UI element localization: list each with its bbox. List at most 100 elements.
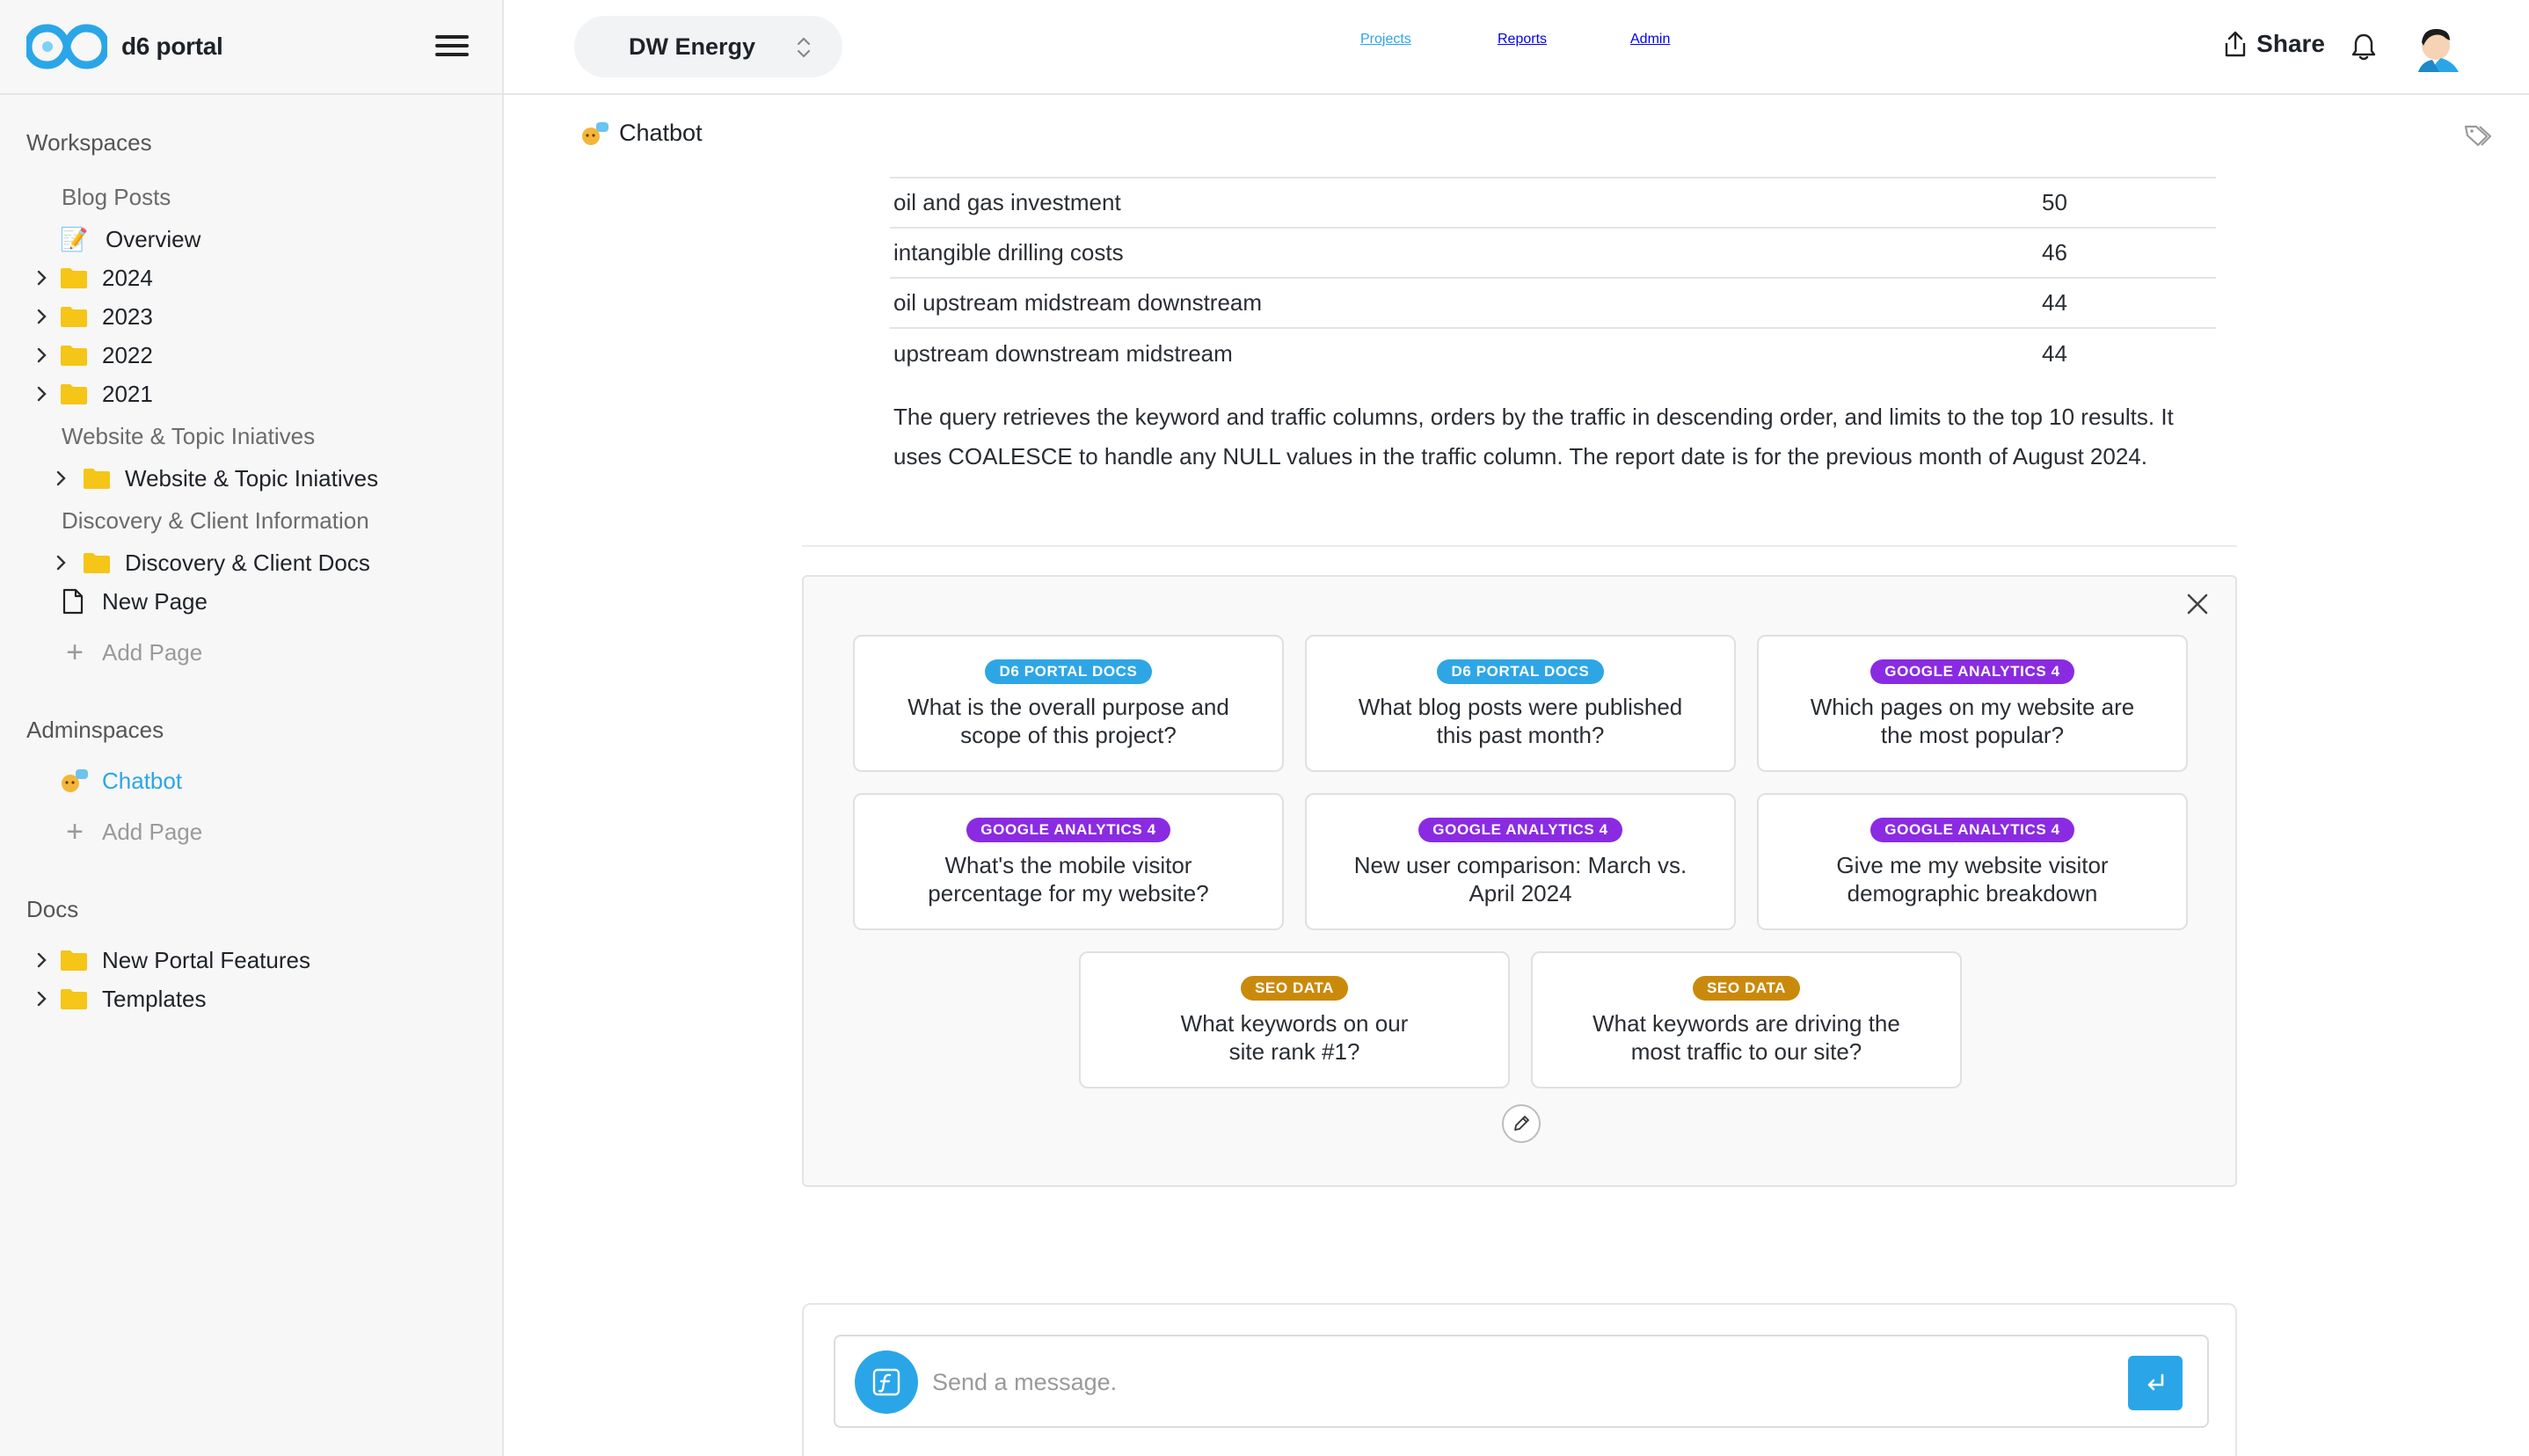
suggestion-question: What is the overall purpose and scope of… <box>907 694 1229 748</box>
avatar[interactable] <box>2415 25 2460 74</box>
chevron-right-icon[interactable] <box>32 989 51 1008</box>
docs-title: Docs <box>26 896 79 922</box>
message-input[interactable] <box>932 1358 2075 1407</box>
source-badge: D6 PORTAL DOCS <box>1437 659 1604 684</box>
function-icon <box>872 1368 900 1396</box>
blog-posts-label: Blog Posts <box>62 184 171 210</box>
breadcrumb: Chatbot <box>580 120 703 147</box>
sidebar-item-label: 2024 <box>102 264 153 291</box>
suggestion-question: What blog posts were published this past… <box>1358 694 1683 748</box>
logo[interactable]: d6 portal <box>26 18 223 76</box>
sidebar-item-label: New Page <box>102 587 208 615</box>
workspaces-title: Workspaces <box>26 129 152 156</box>
function-button[interactable] <box>855 1350 918 1414</box>
hamburger-menu-icon[interactable] <box>435 30 469 63</box>
sidebar-item-label: 2021 <box>102 380 153 407</box>
sidebar-folder-2021[interactable]: 2021 <box>32 376 153 411</box>
suggestion-question: What keywords on our site rank #1? <box>1180 1010 1409 1065</box>
suggestion-card[interactable]: SEO DATA What keywords on our site rank … <box>1079 951 1510 1088</box>
sidebar-header: d6 portal <box>0 0 502 95</box>
folder-icon <box>61 950 87 971</box>
share-label: Share <box>2256 30 2325 57</box>
table-cell-keyword: oil and gas investment <box>893 189 1121 215</box>
sidebar-item-overview[interactable]: 📝 Overview <box>60 222 200 257</box>
source-badge: GOOGLE ANALYTICS 4 <box>1870 818 2074 842</box>
sidebar-item-label: 2022 <box>102 341 153 368</box>
tag-icon[interactable] <box>2464 123 2494 148</box>
chevron-right-icon[interactable] <box>51 469 70 488</box>
table-cell-traffic: 44 <box>2042 340 2067 367</box>
add-page-button[interactable]: + Add Page <box>62 635 202 670</box>
folder-icon <box>84 553 110 573</box>
table-row: upstream downstream midstream 44 <box>890 329 2216 379</box>
sidebar-folder-2022[interactable]: 2022 <box>32 338 153 373</box>
folder-icon <box>61 989 87 1009</box>
chevron-right-icon[interactable] <box>51 553 70 572</box>
message-composer <box>802 1303 2237 1456</box>
source-badge: D6 PORTAL DOCS <box>985 659 1152 684</box>
suggestion-question: What keywords are driving the most traff… <box>1592 1010 1900 1065</box>
suggestion-card[interactable]: GOOGLE ANALYTICS 4 New user comparison: … <box>1305 793 1736 930</box>
suggestion-card[interactable]: D6 PORTAL DOCS What blog posts were publ… <box>1305 635 1736 772</box>
sidebar-folder-templates[interactable]: Templates <box>32 981 207 1016</box>
breadcrumb-label[interactable]: Chatbot <box>619 120 703 147</box>
top-bar: DW Energy Projects Reports Admin Share <box>504 0 2529 95</box>
adminspaces-title: Adminspaces <box>26 717 164 743</box>
sidebar-folder-2024[interactable]: 2024 <box>32 260 153 295</box>
close-icon[interactable] <box>2181 587 2214 621</box>
sidebar-item-new-page[interactable]: New Page <box>62 584 208 619</box>
nav-projects[interactable]: Projects <box>1360 32 1411 47</box>
sidebar-item-label: Chatbot <box>102 767 183 794</box>
suggestion-question: What's the mobile visitor percentage for… <box>928 852 1209 906</box>
sidebar-folder-2023[interactable]: 2023 <box>32 299 153 334</box>
chevron-up-down-icon <box>797 37 811 58</box>
sidebar: d6 portal Workspaces Blog Posts 📝 Overvi… <box>0 0 504 1456</box>
suggestion-card[interactable]: GOOGLE ANALYTICS 4 What's the mobile vis… <box>853 793 1284 930</box>
table-row: oil upstream midstream downstream 44 <box>890 279 2216 329</box>
workspace-select[interactable]: DW Energy <box>574 16 842 77</box>
sidebar-folder-new-portal-features[interactable]: New Portal Features <box>32 943 310 978</box>
enter-icon <box>2147 1373 2164 1391</box>
chevron-right-icon[interactable] <box>32 950 51 970</box>
sidebar-item-label: New Portal Features <box>102 946 310 973</box>
folder-icon <box>61 384 87 404</box>
sidebar-item-label: Overview <box>106 225 201 252</box>
suggestion-card[interactable]: GOOGLE ANALYTICS 4 Give me my website vi… <box>1757 793 2188 930</box>
nav-reports[interactable]: Reports <box>1498 32 1547 47</box>
add-page-label: Add Page <box>102 638 203 666</box>
sidebar-folder-website[interactable]: Website & Topic Iniatives <box>51 461 378 496</box>
chevron-right-icon[interactable] <box>32 307 51 326</box>
suggestion-card[interactable]: SEO DATA What keywords are driving the m… <box>1531 951 1962 1088</box>
source-badge: GOOGLE ANALYTICS 4 <box>1870 659 2074 684</box>
add-page-button-admin[interactable]: + Add Page <box>62 814 202 849</box>
source-badge: GOOGLE ANALYTICS 4 <box>1418 818 1622 842</box>
sidebar-item-label: Website & Topic Iniatives <box>125 464 379 491</box>
send-button[interactable] <box>2128 1356 2183 1410</box>
edit-suggestions-button[interactable] <box>1502 1104 1541 1143</box>
nav-admin[interactable]: Admin <box>1630 32 1670 47</box>
sidebar-item-chatbot[interactable]: Chatbot <box>60 763 182 798</box>
suggestion-card[interactable]: D6 PORTAL DOCS What is the overall purpo… <box>853 635 1284 772</box>
sidebar-folder-discovery[interactable]: Discovery & Client Docs <box>51 545 370 580</box>
chatbot-emoji-icon <box>582 121 609 145</box>
folder-icon <box>61 346 87 366</box>
chevron-right-icon[interactable] <box>32 384 51 404</box>
sidebar-item-label: Templates <box>102 985 207 1012</box>
share-button[interactable]: Share <box>2223 30 2325 58</box>
app-root: d6 portal Workspaces Blog Posts 📝 Overvi… <box>0 0 2529 1456</box>
page-icon <box>62 588 84 615</box>
table-row: intangible drilling costs 46 <box>890 229 2216 279</box>
table-cell-keyword: upstream downstream midstream <box>893 340 1233 367</box>
source-badge: SEO DATA <box>1240 976 1349 1001</box>
bell-icon[interactable] <box>2350 32 2378 62</box>
table-row: oil and gas investment 50 <box>890 178 2216 229</box>
add-page-label: Add Page <box>102 818 203 845</box>
suggestion-card[interactable]: GOOGLE ANALYTICS 4 Which pages on my web… <box>1757 635 2188 772</box>
message-input-wrapper <box>834 1335 2209 1428</box>
chevron-right-icon[interactable] <box>32 268 51 288</box>
sidebar-item-label: 2023 <box>102 302 153 330</box>
table-cell-traffic: 46 <box>2042 239 2067 266</box>
chevron-right-icon[interactable] <box>32 346 51 365</box>
suggestions-panel: D6 PORTAL DOCS What is the overall purpo… <box>802 575 2237 1187</box>
folder-icon <box>84 469 110 489</box>
